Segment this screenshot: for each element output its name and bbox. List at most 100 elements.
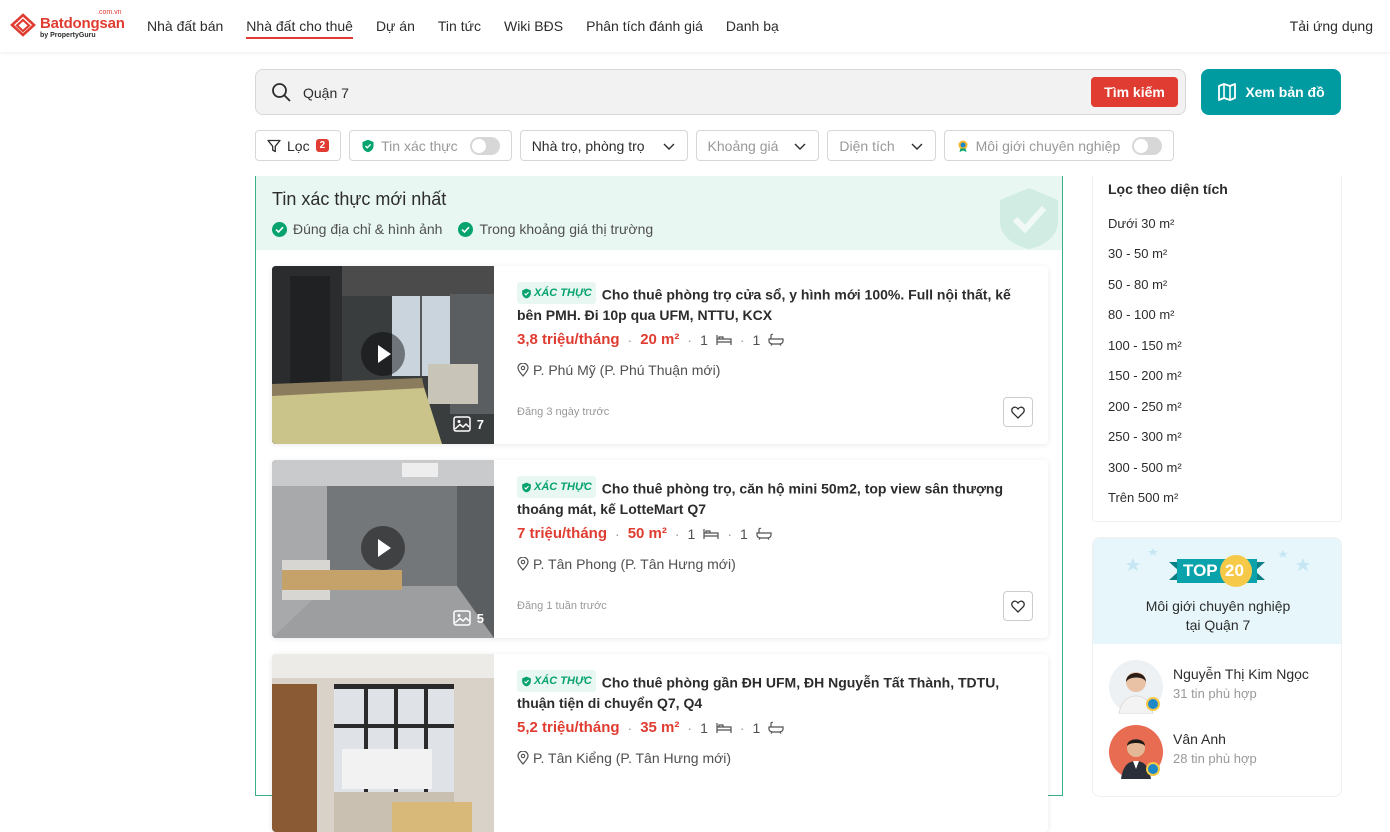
- verified-toggle-label: Tin xác thực: [381, 137, 458, 154]
- listing-thumbnail[interactable]: 5: [272, 460, 494, 638]
- listing-baths: 1: [752, 719, 761, 736]
- verified-shield-icon: [522, 288, 531, 298]
- nav-nha-dat-cho-thue[interactable]: Nhà đất cho thuê: [246, 0, 353, 52]
- bath-icon: [768, 721, 784, 734]
- nav-danh-ba[interactable]: Danh bạ: [726, 0, 779, 52]
- verified-badge: XÁC THỰC: [517, 670, 596, 692]
- verified-criteria: Đúng địa chỉ & hình ảnh Trong khoảng giá…: [272, 221, 653, 237]
- agent-item[interactable]: Vân Anh 28 tin phù hợp: [1109, 725, 1257, 779]
- area-filter-item[interactable]: 80 - 100 m²: [1108, 307, 1174, 322]
- search-button[interactable]: Tìm kiếm: [1091, 77, 1178, 107]
- download-app-link[interactable]: Tải ứng dụng: [1290, 0, 1373, 52]
- listing-thumbnail[interactable]: 7: [272, 266, 494, 444]
- listing-price: 3,8 triệu/tháng: [517, 331, 620, 348]
- separator-dot: ·: [739, 719, 745, 736]
- separator-dot: ·: [687, 331, 693, 348]
- separator-dot: ·: [687, 719, 693, 736]
- area-filter-item[interactable]: 300 - 500 m²: [1108, 460, 1182, 475]
- listing-card[interactable]: XÁC THỰC Cho thuê phòng gần ĐH UFM, ĐH N…: [272, 654, 1048, 832]
- listing-posted-time: Đăng 3 ngày trước: [517, 406, 610, 418]
- criteria-address-label: Đúng địa chỉ & hình ảnh: [293, 221, 443, 237]
- nav-phan-tich[interactable]: Phân tích đánh giá: [586, 0, 703, 52]
- listing-title[interactable]: XÁC THỰC Cho thuê phòng trọ cửa sổ, y hì…: [517, 282, 1037, 325]
- logo-domain-text: .com.vn: [97, 9, 122, 16]
- area-filter-item[interactable]: Dưới 30 m²: [1108, 216, 1174, 231]
- save-favorite-button[interactable]: [1003, 397, 1033, 427]
- batdongsan-logo[interactable]: Batdongsan by PropertyGuru .com.vn: [9, 9, 129, 42]
- listing-location: P. Phú Mỹ (P. Phú Thuận mới): [517, 362, 720, 378]
- top-badge-number: 20: [1225, 561, 1244, 580]
- view-map-label: Xem bản đồ: [1245, 84, 1325, 100]
- search-bar[interactable]: Quận 7 Tìm kiếm: [255, 69, 1186, 115]
- price-range-dropdown[interactable]: Khoảng giá: [695, 130, 820, 161]
- area-dropdown[interactable]: Diện tích: [827, 130, 936, 161]
- area-filter-item[interactable]: 200 - 250 m²: [1108, 399, 1182, 414]
- video-play-icon[interactable]: [361, 332, 405, 376]
- area-filter-item[interactable]: 50 - 80 m²: [1108, 277, 1167, 292]
- verified-badge-text: XÁC THỰC: [534, 287, 592, 299]
- pro-agent-toggle-chip[interactable]: Môi giới chuyên nghiệp: [943, 130, 1175, 161]
- separator-dot: ·: [627, 719, 633, 736]
- agent-listing-count: 28 tin phù hợp: [1173, 751, 1257, 766]
- listing-meta: 5,2 triệu/tháng · 35 m² · 1 · 1: [517, 719, 784, 736]
- verified-badge: XÁC THỰC: [517, 476, 596, 498]
- listing-card[interactable]: 5 XÁC THỰC Cho thuê phòng trọ, căn hộ mi…: [272, 460, 1048, 638]
- check-circle-icon: [272, 221, 287, 237]
- image-count-value: 7: [476, 416, 484, 432]
- listing-title[interactable]: XÁC THỰC Cho thuê phòng trọ, căn hộ mini…: [517, 476, 1037, 519]
- bath-icon: [756, 527, 772, 540]
- nav-wiki-bds[interactable]: Wiki BĐS: [504, 0, 563, 52]
- verified-watermark-icon: [1000, 188, 1058, 249]
- area-filter-item[interactable]: 30 - 50 m²: [1108, 246, 1167, 261]
- agent-item[interactable]: Nguyễn Thị Kim Ngọc 31 tin phù hợp: [1109, 660, 1309, 715]
- pro-agent-toggle-switch[interactable]: [1132, 136, 1163, 155]
- bath-icon: [768, 333, 784, 346]
- area-filter-item[interactable]: 150 - 200 m²: [1108, 368, 1182, 383]
- separator-dot: ·: [615, 525, 620, 542]
- location-pin-icon: [517, 751, 529, 765]
- property-type-dropdown[interactable]: Nhà trọ, phòng trọ: [519, 130, 688, 161]
- nav-tin-tuc[interactable]: Tin tức: [438, 0, 481, 52]
- view-map-button[interactable]: Xem bản đồ: [1201, 69, 1341, 115]
- top-agents-subtitle-line1: Môi giới chuyên nghiệp: [1145, 598, 1291, 614]
- listing-meta: 3,8 triệu/tháng · 20 m² · 1 · 1: [517, 331, 784, 348]
- listing-posted-time: Đăng 1 tuần trước: [517, 600, 607, 612]
- area-filter-item[interactable]: 100 - 150 m²: [1108, 338, 1182, 353]
- property-type-value: Nhà trọ, phòng trọ: [531, 137, 645, 154]
- listing-location-text: P. Tân Kiểng (P. Tân Hưng mới): [533, 750, 732, 766]
- verified-shield-icon: [362, 139, 374, 152]
- agent-name[interactable]: Nguyễn Thị Kim Ngọc: [1173, 666, 1309, 682]
- separator-dot: ·: [627, 331, 633, 348]
- listing-beds: 1: [700, 719, 708, 736]
- area-filter-item[interactable]: Trên 500 m²: [1108, 490, 1178, 505]
- listing-card[interactable]: 7 XÁC THỰC Cho thuê phòng trọ cửa sổ, y …: [272, 266, 1048, 444]
- verified-listings-panel: Tin xác thực mới nhất Đúng địa chỉ & hìn…: [255, 176, 1063, 832]
- verified-toggle-switch[interactable]: [469, 136, 500, 155]
- verified-section-header: Tin xác thực mới nhất Đúng địa chỉ & hìn…: [256, 176, 1062, 250]
- video-play-icon[interactable]: [361, 526, 405, 570]
- listing-baths: 1: [752, 331, 761, 348]
- search-input[interactable]: Quận 7: [303, 85, 349, 101]
- verified-toggle-chip[interactable]: Tin xác thực: [349, 130, 512, 161]
- top-agents-subtitle-line2: tại Quận 7: [1185, 617, 1251, 633]
- pro-agent-badge-icon: [958, 140, 968, 152]
- area-filter-item[interactable]: 250 - 300 m²: [1108, 429, 1182, 444]
- price-range-label: Khoảng giá: [707, 137, 779, 154]
- agent-avatar-photo: [1109, 660, 1163, 715]
- listing-location: P. Tân Kiểng (P. Tân Hưng mới): [517, 750, 731, 766]
- image-count: 5: [453, 610, 484, 626]
- main-nav: Nhà đất bán Nhà đất cho thuê Dự án Tin t…: [147, 0, 802, 52]
- nav-du-an[interactable]: Dự án: [376, 0, 415, 52]
- image-gallery-icon: [453, 610, 471, 626]
- image-count: 7: [453, 416, 484, 432]
- listing-thumbnail[interactable]: [272, 654, 494, 832]
- save-favorite-button[interactable]: [1003, 591, 1033, 621]
- image-gallery-icon: [453, 416, 471, 432]
- agent-name[interactable]: Vân Anh: [1173, 731, 1257, 747]
- nav-nha-dat-ban[interactable]: Nhà đất bán: [147, 0, 223, 52]
- chevron-down-icon: [794, 143, 806, 150]
- verified-shield-icon: [522, 482, 531, 492]
- filter-button[interactable]: Lọc 2: [255, 130, 342, 161]
- listing-title[interactable]: XÁC THỰC Cho thuê phòng gần ĐH UFM, ĐH N…: [517, 670, 1037, 713]
- top-navigation-bar: Batdongsan by PropertyGuru .com.vn Nhà đ…: [0, 0, 1390, 52]
